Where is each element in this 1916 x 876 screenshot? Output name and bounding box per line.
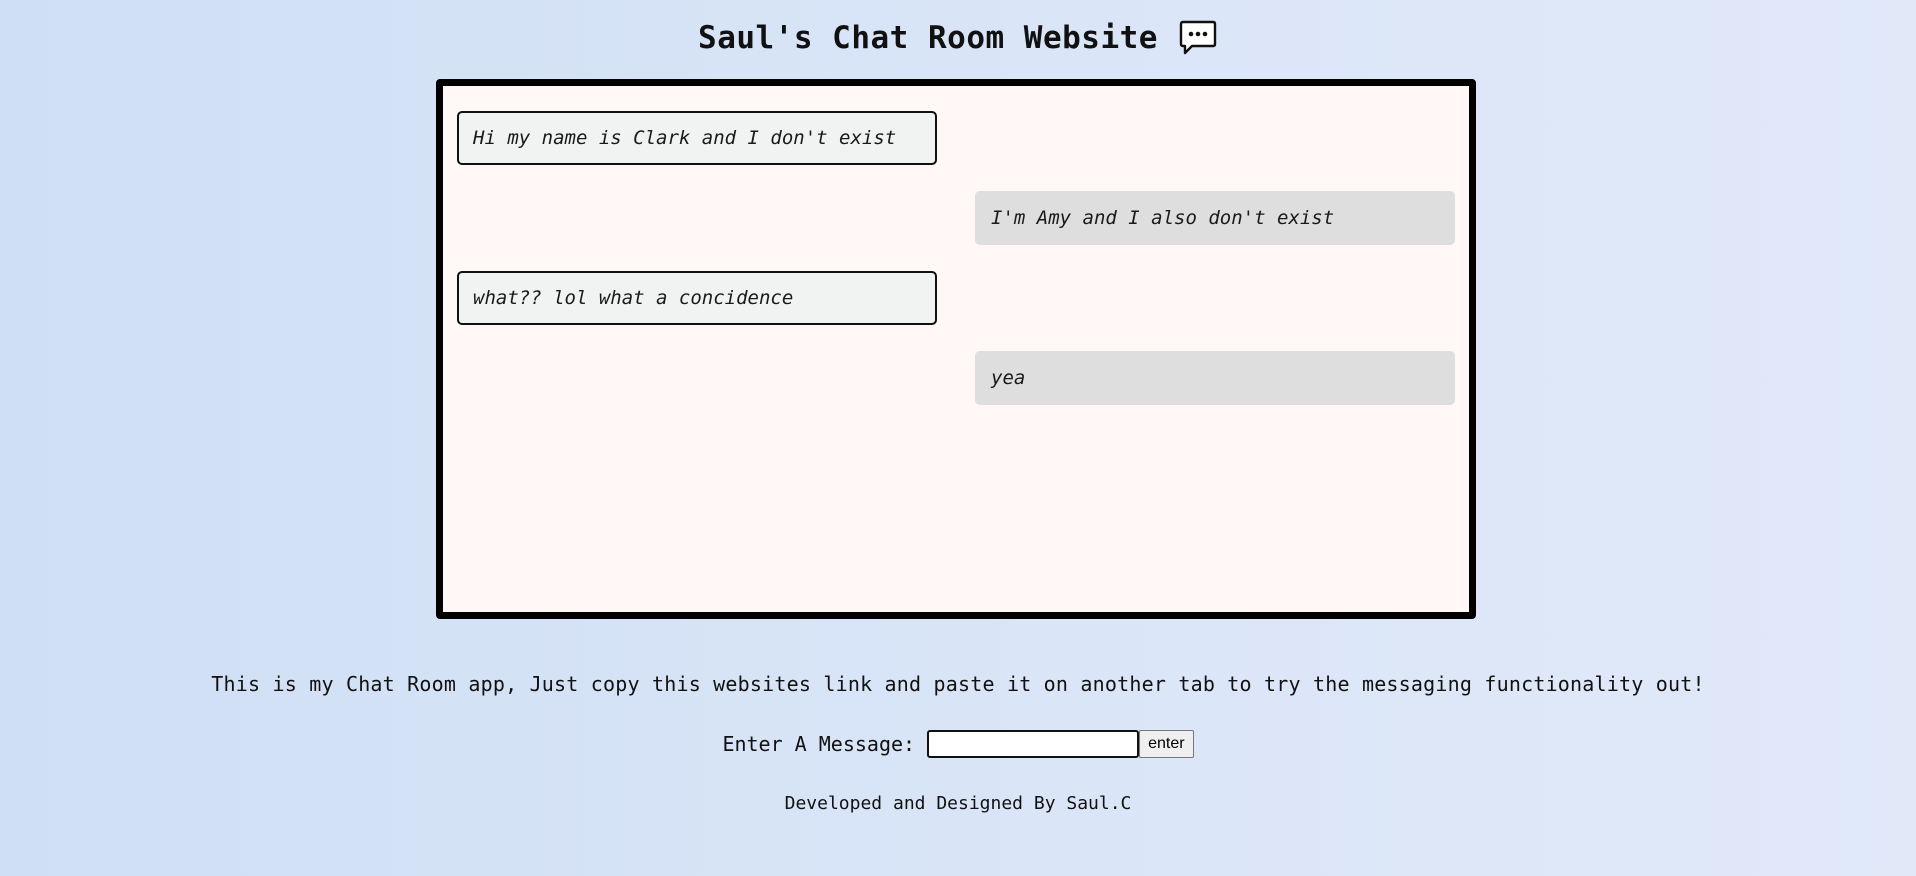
message-composer: Enter A Message: enter xyxy=(0,730,1916,758)
chat-message: what?? lol what a concidence xyxy=(457,271,937,325)
message-label: Enter A Message: xyxy=(722,732,916,756)
speech-bubble-icon xyxy=(1178,18,1218,58)
enter-button[interactable]: enter xyxy=(1139,730,1194,758)
chat-message: yea xyxy=(975,351,1455,405)
app-description: This is my Chat Room app, Just copy this… xyxy=(211,672,1705,696)
page-header: Saul's Chat Room Website xyxy=(0,18,1916,58)
chat-message-text: Hi my name is Clark and I don't exist xyxy=(473,127,897,149)
footer-credit: Developed and Designed By Saul.C xyxy=(784,793,1132,814)
chat-message: I'm Amy and I also don't exist xyxy=(975,191,1455,245)
page-title: Saul's Chat Room Website xyxy=(698,20,1158,56)
message-input[interactable] xyxy=(927,730,1140,758)
chat-message-text: yea xyxy=(991,367,1026,389)
chat-message: Hi my name is Clark and I don't exist xyxy=(457,111,937,165)
chat-message-text: what?? lol what a concidence xyxy=(473,287,794,309)
chat-messages-box[interactable]: Hi my name is Clark and I don't exist I'… xyxy=(436,79,1476,619)
chat-message-text: I'm Amy and I also don't exist xyxy=(991,207,1335,229)
